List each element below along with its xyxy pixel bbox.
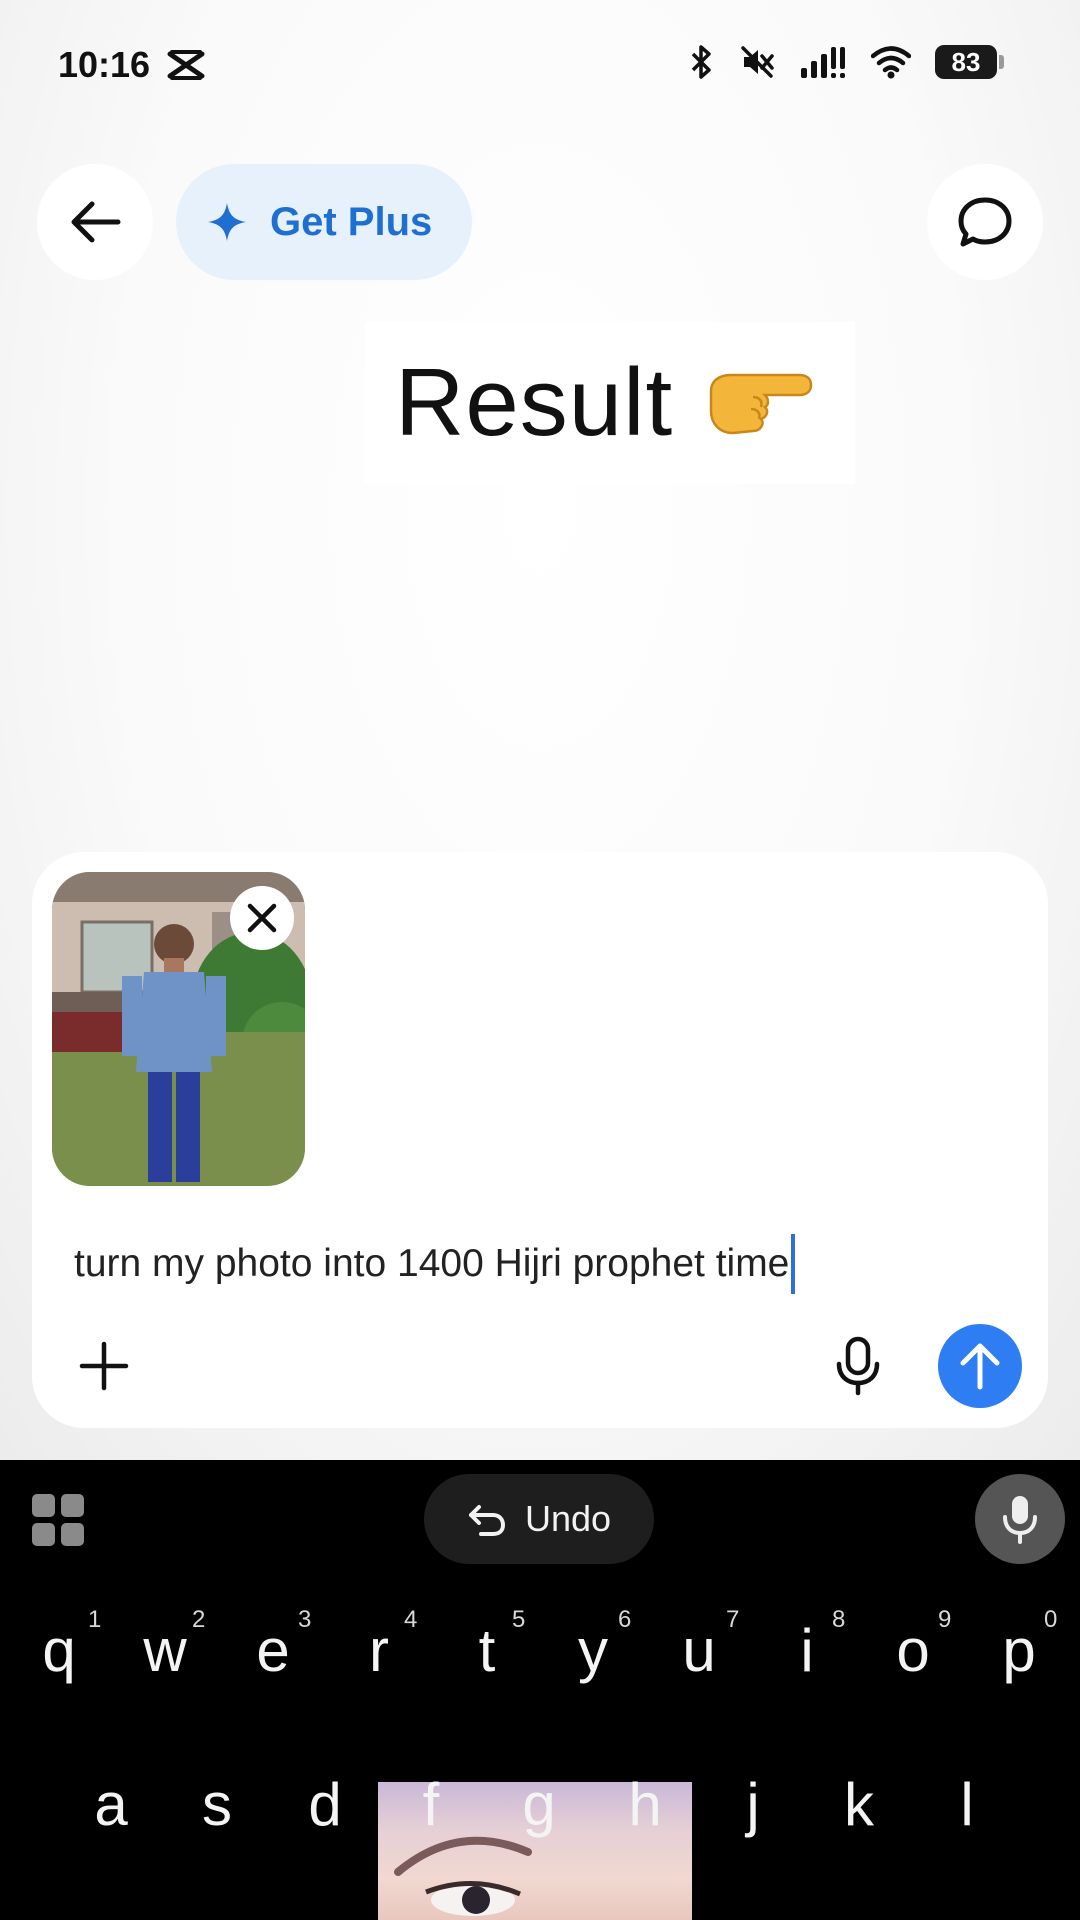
add-attachment-button[interactable]: [68, 1330, 140, 1402]
close-icon: [247, 903, 277, 933]
undo-button[interactable]: Undo: [424, 1474, 654, 1564]
result-text: Result: [395, 349, 674, 456]
bluetooth-icon: [691, 45, 711, 79]
plus-icon: [79, 1341, 129, 1391]
chat-bubble-icon: [958, 197, 1012, 247]
send-button[interactable]: [938, 1324, 1022, 1408]
capcut-icon: [167, 50, 205, 80]
new-chat-button[interactable]: [927, 164, 1043, 280]
key-t-hint: 5: [512, 1606, 526, 1633]
key-h[interactable]: h: [600, 1770, 690, 1839]
key-p-hint: 0: [1044, 1606, 1058, 1633]
key-s[interactable]: s: [172, 1770, 262, 1839]
key-a[interactable]: a: [66, 1770, 156, 1839]
key-f[interactable]: f: [386, 1770, 476, 1839]
key-r-hint: 4: [404, 1606, 418, 1633]
voice-input-button[interactable]: [820, 1328, 896, 1404]
status-time: 10:16: [58, 44, 151, 85]
battery-level: 83: [935, 45, 997, 79]
status-icons: 83: [687, 44, 1004, 80]
key-e-hint: 3: [298, 1606, 312, 1633]
key-q-hint: 1: [88, 1606, 102, 1633]
remove-attachment-button[interactable]: [230, 886, 294, 950]
keyboard-voice-button[interactable]: [975, 1474, 1065, 1564]
key-i-hint: 8: [832, 1606, 846, 1633]
key-u-hint: 7: [726, 1606, 740, 1633]
microphone-icon: [836, 1336, 880, 1396]
get-plus-button[interactable]: Get Plus: [176, 164, 472, 280]
message-composer: turn my photo into 1400 Hijri prophet ti…: [32, 852, 1048, 1428]
undo-icon: [468, 1505, 505, 1536]
key-l[interactable]: l: [922, 1770, 1012, 1839]
pointing-right-emoji-icon: [709, 373, 813, 435]
microphone-icon: [1003, 1496, 1037, 1544]
back-button[interactable]: [37, 164, 153, 280]
key-y-hint: 6: [618, 1606, 632, 1633]
arrow-up-icon: [960, 1343, 1000, 1390]
key-g[interactable]: g: [494, 1770, 584, 1839]
signal-icon: [801, 47, 845, 78]
mute-icon: [741, 46, 774, 78]
wifi-icon: [871, 46, 911, 79]
key-k[interactable]: k: [814, 1770, 904, 1839]
arrow-left-icon: [71, 201, 121, 243]
sparkle-icon: [208, 203, 246, 241]
text-caret: [791, 1234, 796, 1294]
undo-label: Undo: [524, 1498, 612, 1539]
get-plus-label: Get Plus: [270, 199, 433, 244]
key-o-hint: 9: [938, 1606, 952, 1633]
status-bar: 10:16 83: [0, 0, 1080, 130]
message-input[interactable]: turn my photo into 1400 Hijri prophet ti…: [74, 1234, 796, 1294]
message-input-text: turn my photo into 1400 Hijri prophet ti…: [74, 1242, 790, 1285]
key-w-hint: 2: [192, 1606, 206, 1633]
result-caption: Result: [365, 322, 855, 484]
battery-icon: 83: [935, 45, 1004, 79]
key-j[interactable]: j: [708, 1770, 798, 1839]
keyboard-apps-icon[interactable]: [32, 1494, 84, 1546]
key-d[interactable]: d: [280, 1770, 370, 1839]
